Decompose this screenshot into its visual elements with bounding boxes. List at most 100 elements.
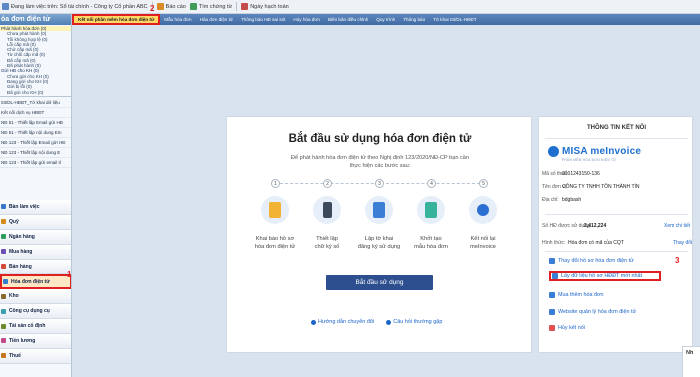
step-label: Kết nối lại meInvoice <box>470 236 496 250</box>
tab-e-invoice[interactable]: Hóa đơn điện tử <box>196 14 237 25</box>
card-title: Bắt đầu sử dụng hóa đơn điện tử <box>288 133 472 145</box>
connection-info-panel: THÔNG TIN KẾT NỐI MISA meInvoice PHẦN MỀ… <box>538 116 693 353</box>
corner-popup[interactable]: Nh <box>682 346 700 377</box>
module-desktop[interactable]: Bàn làm việc <box>0 200 71 215</box>
feature-tabs: Kết nối phần mềm hóa đơn điện tử Mẫu hóa… <box>72 14 700 25</box>
onboarding-card: Bắt đầu sử dụng hóa đơn điện tử Để phát … <box>226 116 532 353</box>
step-number: 3 <box>375 179 384 188</box>
tab-process[interactable]: Quy trình <box>372 14 399 25</box>
tab-error-notice[interactable]: Thông báo HĐ sai sót <box>237 14 289 25</box>
shortcut-item[interactable]: NĐ 123 - Thiết lập gửi email tl <box>0 158 71 168</box>
tab-invoice-template[interactable]: Mẫu hóa đơn <box>160 14 195 25</box>
report-button[interactable]: Báo cáo <box>156 3 186 10</box>
cart-icon <box>549 292 555 298</box>
change-profile-action[interactable]: Thay đổi hồ sơ hóa đơn điện tử <box>549 256 634 266</box>
module-label: Hóa đơn điện tử <box>11 278 50 285</box>
play-icon <box>311 319 316 325</box>
panel-title: THÔNG TIN KẾT NỐI <box>587 125 646 131</box>
module-e-invoice[interactable]: Hóa đơn điện tử <box>0 274 71 290</box>
panel-divider <box>545 214 688 215</box>
step-number: 5 <box>479 179 488 188</box>
module-fixed-assets[interactable]: Tài sản cố định <box>0 319 71 335</box>
module-payroll[interactable]: Tiền lương <box>0 334 71 349</box>
tab-notice[interactable]: Thông báo <box>399 14 429 25</box>
report-icon <box>156 3 164 10</box>
brand-name: MISA meInvoice <box>562 146 642 157</box>
sidebar-title: óa đơn điện tử <box>0 14 71 25</box>
search-voucher-label: Tìm chứng từ <box>198 3 233 10</box>
callout-number: 2 <box>150 4 155 13</box>
callout-number: 3 <box>675 256 680 265</box>
module-label: Kho <box>9 293 19 300</box>
cart-icon <box>1 249 6 255</box>
brand-tagline: PHẦN MỀM HÓA ĐƠN ĐIỆN TỬ <box>562 158 617 162</box>
search-voucher-button[interactable]: Tìm chứng từ <box>189 3 233 10</box>
invoice-website-action[interactable]: Website quản lý hóa đơn điện tử <box>549 307 636 317</box>
shortcut-item[interactable]: NĐ 123 - Thiết lập Email gửi HĐ <box>0 138 71 148</box>
address-value: bdgbash <box>562 197 582 203</box>
report-label: Báo cáo <box>165 3 186 10</box>
question-icon <box>386 319 392 325</box>
module-warehouse[interactable]: Kho <box>0 289 71 305</box>
step-number: 1 <box>271 179 280 188</box>
step-label: Thiết lập chữ ký số <box>314 236 340 250</box>
fetch-latest-profile-action[interactable]: Lấy dữ liệu hồ sơ HĐĐT mới nhất <box>549 271 661 281</box>
meinvoice-logo: MISA meInvoice <box>548 146 641 157</box>
invoice-quota-row: Số HĐ được sử dụng: 2,412,224 Xem chi tiết <box>542 223 691 229</box>
card-desc-line: Để phát hành hóa đơn điện tử theo Nghị đ… <box>290 155 470 161</box>
database-icon <box>2 3 9 10</box>
tab-connect-software[interactable]: Kết nối phần mềm hóa đơn điện tử <box>72 14 161 25</box>
change-form-link[interactable]: Thay đổi <box>673 240 692 246</box>
faq-link[interactable]: Câu hỏi thường gặp <box>386 319 442 325</box>
reconnect-icon <box>469 196 497 224</box>
conversion-guide-link[interactable]: Hướng dẫn chuyển đổi <box>311 319 374 325</box>
help-links: Hướng dẫn chuyển đổi Câu hỏi thường gặp <box>311 319 442 325</box>
asset-icon <box>1 323 6 329</box>
cash-icon <box>1 219 6 225</box>
panel-divider <box>545 138 688 139</box>
module-tools[interactable]: Công cụ dụng cụ <box>0 304 71 320</box>
shortcut-item[interactable]: NĐ 51 - Thiết lập Email gửi HĐ <box>0 118 71 128</box>
module-tax[interactable]: Thuế <box>0 348 71 364</box>
posting-date-button[interactable]: Ngày hạch toán <box>241 3 289 10</box>
invoice-form-value: Hóa đơn có mã của CQT <box>568 240 624 246</box>
payroll-icon <box>1 338 6 344</box>
module-label: Bàn làm việc <box>9 203 40 210</box>
sales-icon <box>1 264 6 269</box>
tab-cancel-invoice[interactable]: Hủy hóa đơn <box>289 14 324 25</box>
module-purchase[interactable]: Mua hàng <box>0 244 71 260</box>
module-cash[interactable]: Quỹ <box>0 214 71 230</box>
bank-icon <box>1 234 6 240</box>
step-number: 2 <box>323 179 332 188</box>
tree-item[interactable]: Đã gửi cho KH (0) <box>0 90 71 95</box>
module-label: Tiền lương <box>9 337 36 344</box>
module-label: Quỹ <box>9 218 19 225</box>
step-number: 4 <box>427 179 436 188</box>
disconnect-action[interactable]: Hủy kết nối <box>549 323 585 333</box>
step-label: Khởi tạo mẫu hóa đơn <box>414 236 448 250</box>
posting-date-label: Ngày hạch toán <box>250 3 289 10</box>
module-label: Công cụ dụng cụ <box>9 308 50 315</box>
tab-declaration[interactable]: Tờ khai 03/DL-HĐĐT <box>429 14 480 25</box>
search-icon <box>189 3 197 10</box>
tax-code-value: 0101243150-136 <box>562 171 600 177</box>
warehouse-icon <box>1 293 6 299</box>
shortcut-item[interactable]: 03/DL-HĐĐT_Tờ khai dữ liệu <box>0 98 71 108</box>
card-description: Để phát hành hóa đơn điện tử theo Nghị đ… <box>275 155 485 170</box>
desktop-icon <box>1 204 6 210</box>
shortcut-item[interactable]: NĐ 123 - Thiết lập nội dung E <box>0 148 71 158</box>
working-book-indicator[interactable]: Đang làm việc trên: Sổ tài chính - Công … <box>2 3 148 10</box>
buy-invoices-action[interactable]: Mua thêm hóa đơn <box>549 290 604 300</box>
shortcut-item[interactable]: NĐ 51 - Thiết lập nội dung Em <box>0 128 71 138</box>
invoice-icon <box>3 279 8 285</box>
module-label: Tài sản cố định <box>9 323 46 330</box>
tab-adjustment-record[interactable]: Biên bản điều chỉnh <box>324 14 372 25</box>
company-value: CÔNG TY TNHH TÔN THÀNH TÍN <box>562 184 640 190</box>
module-sales[interactable]: Bán hàng <box>0 259 71 275</box>
shortcut-item[interactable]: Kết nối dịch vụ HĐĐT <box>0 108 71 118</box>
module-bank[interactable]: Ngân hàng <box>0 229 71 245</box>
view-detail-link[interactable]: Xem chi tiết <box>664 223 690 229</box>
start-using-button[interactable]: Bắt đầu sử dụng <box>326 275 433 290</box>
invoice-tree: Phát hành hóa đơn (0) Chưa phát hành (0)… <box>0 25 71 95</box>
usb-token-icon <box>313 196 341 224</box>
